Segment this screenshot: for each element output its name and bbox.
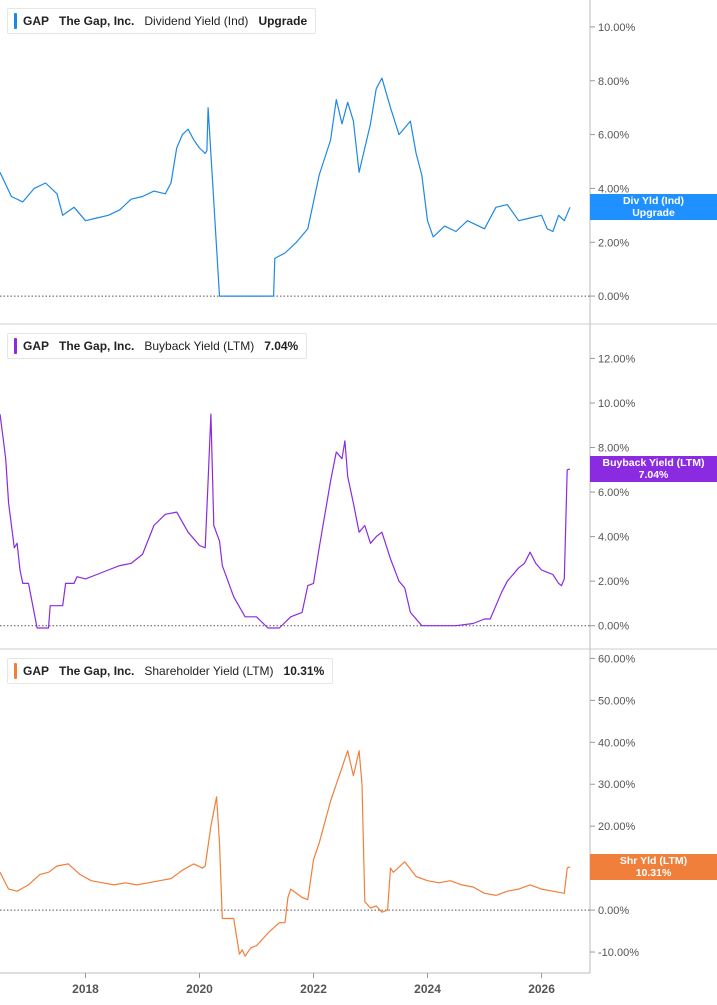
y-tick-label: 4.00% (598, 532, 629, 544)
tag-label: Shr Yld (LTM) (619, 854, 688, 867)
x-tick-label: 2020 (186, 982, 213, 996)
legend-ticker: GAP (23, 339, 50, 353)
legend-shareholder-yield: GAP The Gap, Inc. Shareholder Yield (LTM… (7, 658, 334, 684)
y-tick-label: 60.00% (598, 653, 636, 665)
legend-ticker: GAP (23, 664, 50, 678)
x-tick-label: 2024 (414, 982, 441, 996)
y-tick-label: 2.00% (598, 237, 629, 249)
y-tick-label: 10.00% (598, 398, 636, 410)
legend-metric: Dividend Yield (Ind) (144, 14, 249, 28)
tag-value: 10.31% (635, 866, 672, 879)
y-tick-label: 20.00% (598, 821, 636, 833)
legend-metric: Buyback Yield (LTM) (144, 339, 255, 353)
series-line (0, 750, 571, 957)
series-line (0, 413, 571, 629)
legend-company: The Gap, Inc. (59, 664, 135, 678)
legend-company: The Gap, Inc. (59, 339, 135, 353)
y-tick-label: 10.00% (598, 22, 636, 34)
value-tag-shareholder-yield: Shr Yld (LTM) 10.31% (590, 853, 717, 880)
tag-value: 7.04% (638, 468, 669, 481)
y-tick-label: 6.00% (598, 487, 629, 499)
y-tick-label: 0.00% (598, 905, 629, 917)
y-tick-label: 0.00% (598, 621, 629, 633)
legend-value: 7.04% (264, 339, 299, 353)
x-tick-label: 2026 (528, 982, 555, 996)
value-tag-buyback-yield: Buyback Yield (LTM) 7.04% (590, 455, 717, 482)
y-tick-label: 50.00% (598, 695, 636, 707)
series-line (0, 77, 571, 297)
x-tick-label: 2022 (300, 982, 327, 996)
legend-swatch (14, 338, 17, 354)
value-tag-dividend-yield: Div Yld (Ind) Upgrade (590, 194, 717, 221)
x-tick-label: 2018 (72, 982, 99, 996)
legend-swatch (14, 13, 17, 29)
legend-value[interactable]: Upgrade (258, 14, 307, 28)
tag-value: Upgrade (632, 207, 675, 220)
y-tick-label: 8.00% (598, 76, 629, 88)
legend-buyback-yield: GAP The Gap, Inc. Buyback Yield (LTM) 7.… (7, 333, 308, 359)
y-tick-label: 0.00% (598, 291, 629, 303)
tag-label: Div Yld (Ind) (622, 195, 685, 208)
legend-swatch (14, 663, 17, 679)
y-tick-label: 6.00% (598, 130, 629, 142)
y-tick-label: 40.00% (598, 737, 636, 749)
legend-metric: Shareholder Yield (LTM) (144, 664, 274, 678)
y-tick-label: 30.00% (598, 779, 636, 791)
legend-ticker: GAP (23, 14, 50, 28)
legend-company: The Gap, Inc. (59, 14, 135, 28)
y-tick-label: 2.00% (598, 576, 629, 588)
y-tick-label: -10.00% (598, 947, 639, 959)
y-tick-label: 12.00% (598, 353, 636, 365)
legend-value: 10.31% (283, 664, 325, 678)
y-tick-label: 8.00% (598, 443, 629, 455)
legend-dividend-yield: GAP The Gap, Inc. Dividend Yield (Ind) U… (7, 8, 317, 34)
tag-label: Buyback Yield (LTM) (602, 456, 705, 469)
